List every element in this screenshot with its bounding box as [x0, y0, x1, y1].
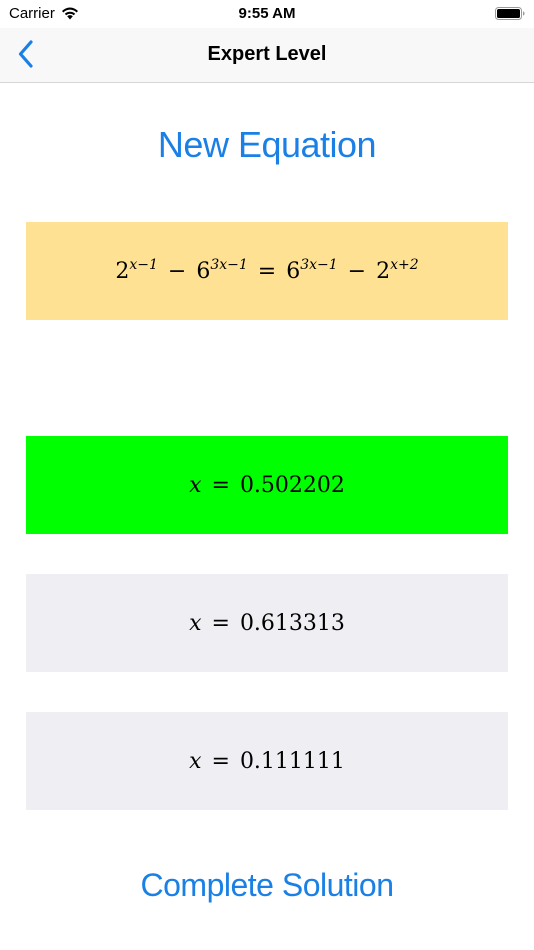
equation-expression: 2x−1−63x−1 = 63x−1−2x+2 — [115, 256, 419, 284]
answer-variable: x — [189, 472, 202, 498]
operator-equals: = — [211, 472, 230, 498]
term-base: 2 — [376, 258, 391, 284]
operator-minus: − — [167, 258, 187, 284]
complete-solution-button[interactable]: Complete Solution — [0, 863, 534, 907]
equation-display: 2x−1−63x−1 = 63x−1−2x+2 — [26, 222, 508, 320]
navigation-bar: Expert Level — [0, 28, 534, 83]
operator-minus: − — [347, 258, 367, 284]
battery-icon — [495, 7, 525, 20]
operator-equals: = — [211, 748, 230, 774]
answer-option-2[interactable]: x = 0.613313 — [26, 574, 508, 672]
term-base: 6 — [196, 258, 211, 284]
status-bar: Carrier 9:55 AM — [0, 0, 534, 28]
status-time: 9:55 AM — [238, 5, 296, 22]
term-exponent: 3x−1 — [300, 256, 338, 273]
operator-equals: = — [211, 610, 230, 636]
term-base: 2 — [115, 258, 130, 284]
answer-option-3[interactable]: x = 0.111111 — [26, 712, 508, 810]
answer-variable: x — [189, 748, 202, 774]
term-base: 6 — [286, 258, 301, 284]
new-equation-button[interactable]: New Equation — [0, 122, 534, 168]
answer-expression: x = 0.502202 — [189, 473, 345, 498]
answer-value: 0.111111 — [239, 748, 345, 774]
page-title: Expert Level — [207, 43, 327, 65]
operator-equals: = — [257, 258, 277, 284]
term-exponent: x+2 — [390, 256, 419, 273]
answer-variable: x — [189, 610, 202, 636]
term-exponent: 3x−1 — [210, 256, 248, 273]
answer-value: 0.613313 — [239, 610, 345, 636]
term-exponent: x−1 — [129, 256, 158, 273]
answer-expression: x = 0.613313 — [189, 611, 345, 636]
answer-expression: x = 0.111111 — [189, 749, 345, 774]
answer-value: 0.502202 — [239, 472, 345, 498]
answer-option-1[interactable]: x = 0.502202 — [26, 436, 508, 534]
